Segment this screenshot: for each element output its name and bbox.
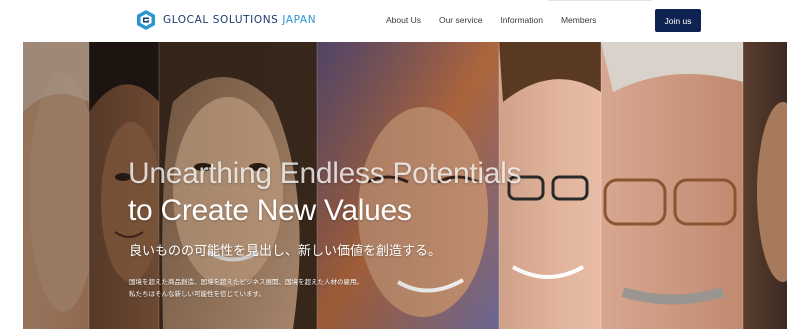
nav-about-us[interactable]: About Us [386,15,421,25]
hero-body-jp-line1: 国境を超えた商品創造、国境を超えたビジネス展開、国境を超えた人材の雇用。 [129,278,363,286]
logo-text-main: GLOCAL SOLUTIONS [163,14,279,26]
nav-information[interactable]: Information [500,15,543,25]
site-logo[interactable]: GLOCAL SOLUTIONS JAPAN [135,9,316,31]
hero-subtitle-jp: 良いものの可能性を見出し、新しい価値を創造する。 [129,244,442,259]
nav-members[interactable]: Members [561,15,596,25]
main-nav: About Us Our service Information Members [386,15,614,25]
hero-headline-line1: Unearthing Endless Potentials [128,157,522,190]
hero-headline-line2: to Create New Values [128,194,412,227]
join-us-button[interactable]: Join us [655,9,701,32]
hero-body-jp-line2: 私たちはそんな新しい可能性を信じています。 [129,290,265,298]
glocal-logo-icon [137,10,155,30]
page: GLOCAL SOLUTIONS JAPAN About Us Our serv… [0,0,787,329]
logo-wordmark: GLOCAL SOLUTIONS JAPAN [163,14,316,26]
header-top-divider [548,0,652,1]
hero-body-jp: 国境を超えた商品創造、国境を超えたビジネス展開、国境を超えた人材の雇用。 私たち… [129,276,363,300]
site-header: GLOCAL SOLUTIONS JAPAN About Us Our serv… [0,0,787,42]
nav-our-service[interactable]: Our service [439,15,482,25]
logo-text-accent: JAPAN [282,14,317,26]
